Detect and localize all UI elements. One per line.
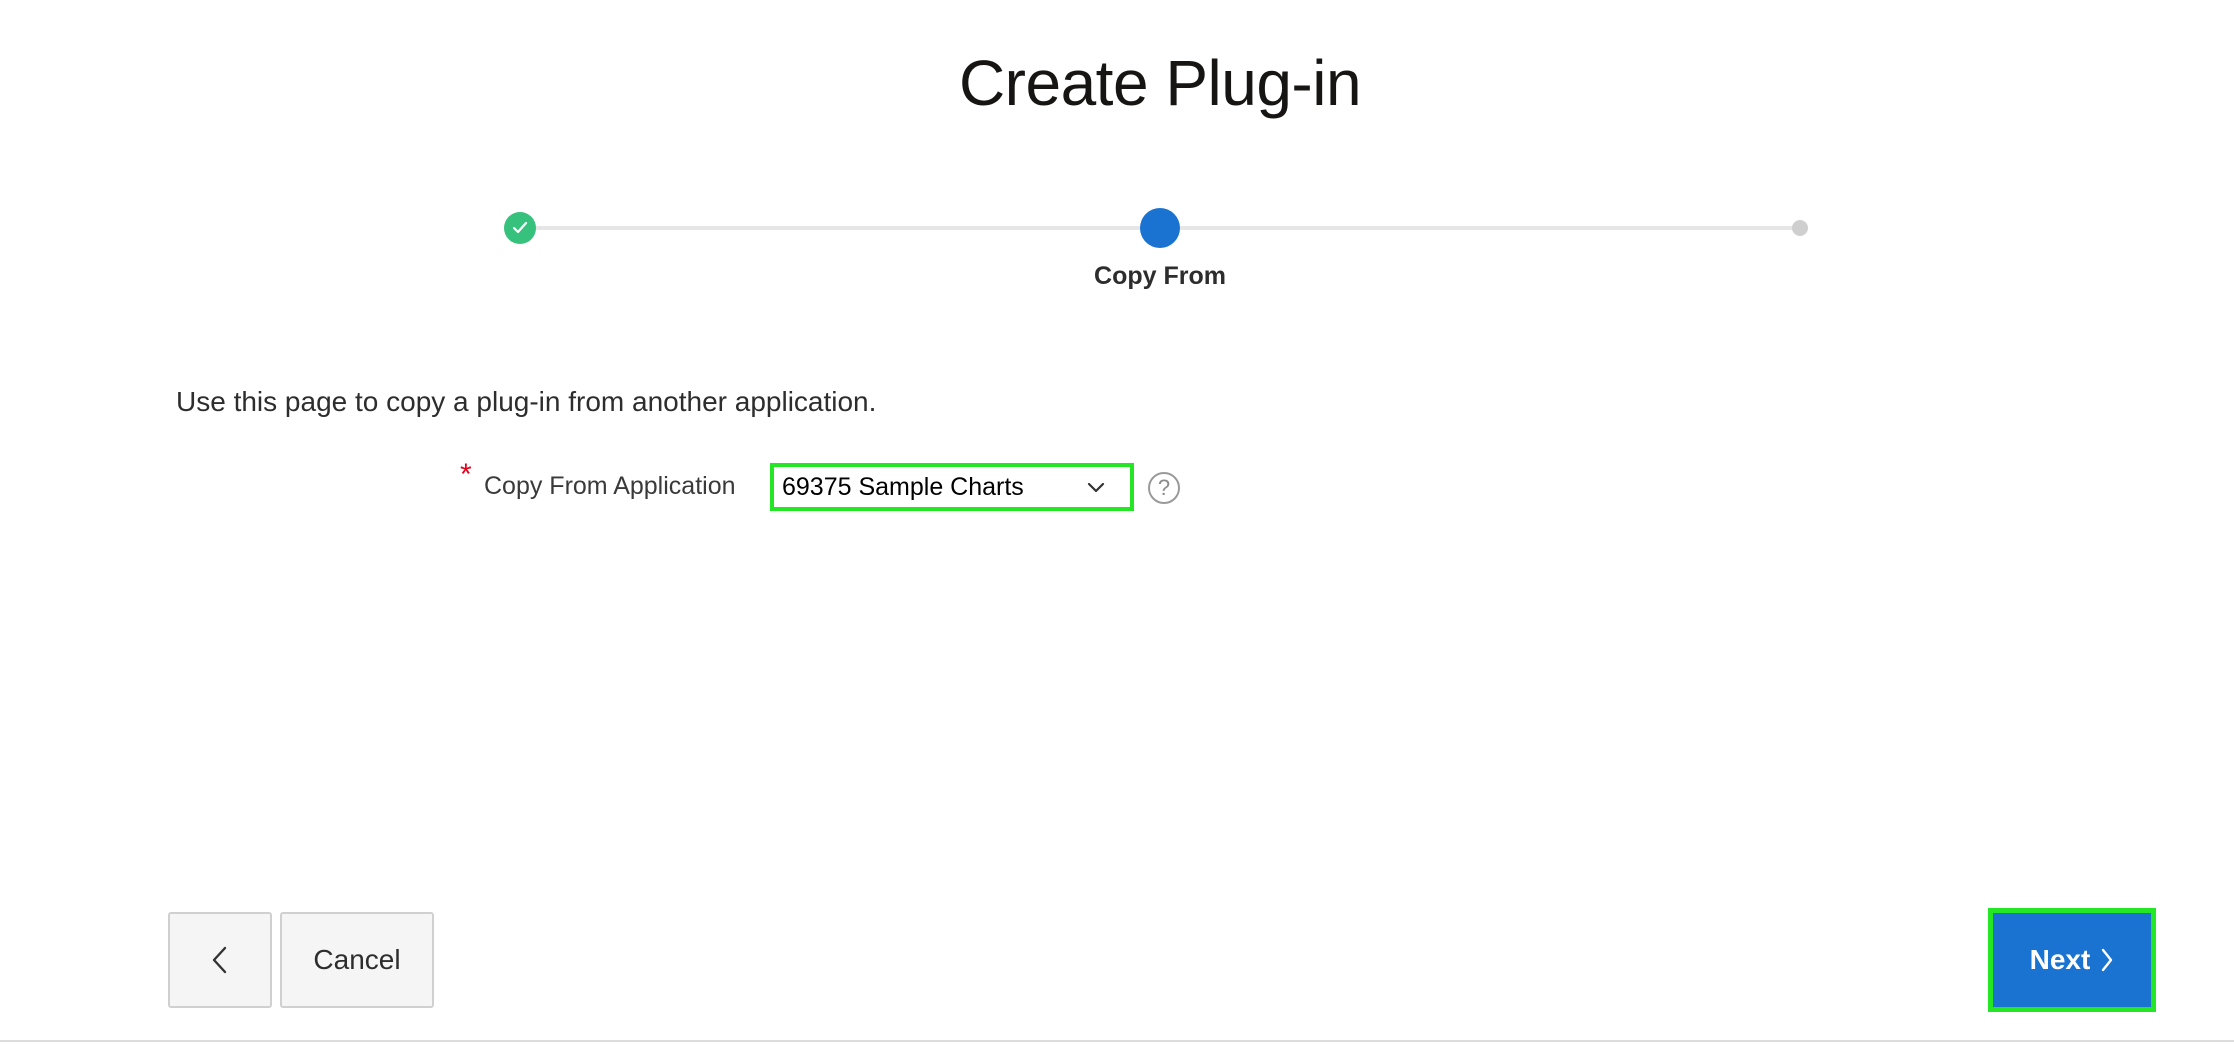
- intro-text: Use this page to copy a plug-in from ano…: [176, 386, 877, 417]
- select-value: 69375 Sample Charts: [782, 472, 1024, 501]
- create-plugin-wizard: Create Plug-in Copy From Use this page t…: [0, 0, 2234, 1044]
- copy-from-application-label: Copy From Application: [484, 472, 736, 500]
- required-indicator: *: [460, 458, 472, 491]
- cancel-button[interactable]: Cancel: [280, 912, 434, 1008]
- next-button-label: Next: [2029, 944, 2091, 975]
- copy-from-application-select[interactable]: 69375 Sample Charts: [770, 463, 1134, 511]
- check-icon: [512, 221, 528, 234]
- footer-divider: [0, 1040, 2234, 1042]
- step-future: [1792, 220, 1808, 236]
- back-button[interactable]: [168, 912, 272, 1008]
- chevron-right-icon: [2102, 948, 2113, 972]
- step-complete: [504, 212, 536, 244]
- step-current: [1140, 208, 1180, 248]
- wizard-progress: Copy From: [0, 0, 2234, 320]
- next-button[interactable]: Next: [1988, 908, 2156, 1012]
- help-icon[interactable]: ?: [1148, 472, 1180, 504]
- step-current-label: Copy From: [1094, 262, 1226, 290]
- chevron-down-icon: [1087, 482, 1105, 493]
- chevron-left-icon: [212, 946, 227, 974]
